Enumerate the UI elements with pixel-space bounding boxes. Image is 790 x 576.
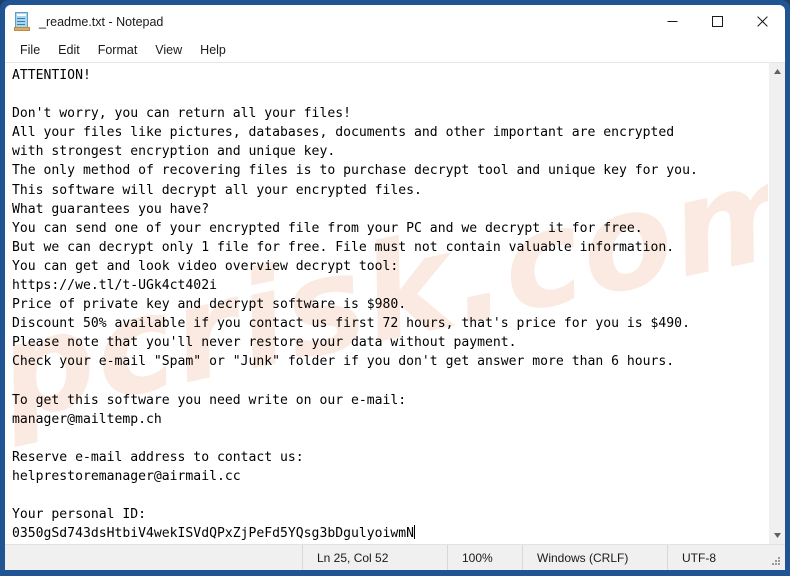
status-line-ending[interactable]: Windows (CRLF) (522, 545, 667, 570)
scroll-down-icon (773, 533, 781, 538)
ransom-note-text: ATTENTION! Don't worry, you can return a… (12, 68, 698, 542)
scroll-up-icon (773, 69, 781, 74)
status-zoom-level[interactable]: 100% (447, 545, 522, 570)
window-client-area: _readme.txt - Notepad File Edit Format V… (5, 5, 785, 570)
notepad-window: _readme.txt - Notepad File Edit Format V… (0, 0, 790, 576)
scroll-down-button[interactable] (769, 527, 786, 544)
title-bar[interactable]: _readme.txt - Notepad (5, 5, 785, 38)
menu-bar: File Edit Format View Help (5, 38, 785, 63)
status-bar: Ln 25, Col 52 100% Windows (CRLF) UTF-8 (5, 544, 785, 570)
notepad-icon (14, 12, 31, 31)
minimize-icon (667, 21, 678, 22)
status-cursor-position[interactable]: Ln 25, Col 52 (302, 545, 447, 570)
resize-grip[interactable] (770, 555, 782, 567)
menu-item-format[interactable]: Format (89, 41, 147, 59)
text-editor[interactable]: pcrisk.com ATTENTION! Don't worry, you c… (5, 63, 768, 544)
menu-item-help[interactable]: Help (191, 41, 235, 59)
editor-area: pcrisk.com ATTENTION! Don't worry, you c… (5, 63, 785, 544)
maximize-button[interactable] (695, 5, 740, 38)
title-bar-left: _readme.txt - Notepad (5, 12, 163, 31)
menu-item-view[interactable]: View (146, 41, 191, 59)
status-encoding[interactable]: UTF-8 (667, 545, 785, 570)
menu-item-edit[interactable]: Edit (49, 41, 89, 59)
vertical-scrollbar[interactable] (768, 63, 785, 544)
maximize-icon (712, 16, 723, 27)
menu-item-file[interactable]: File (11, 41, 49, 59)
scroll-up-button[interactable] (769, 63, 786, 80)
close-icon (757, 16, 768, 27)
close-button[interactable] (740, 5, 785, 38)
text-caret (414, 525, 416, 540)
window-controls (650, 5, 785, 38)
minimize-button[interactable] (650, 5, 695, 38)
window-title: _readme.txt - Notepad (39, 14, 164, 29)
